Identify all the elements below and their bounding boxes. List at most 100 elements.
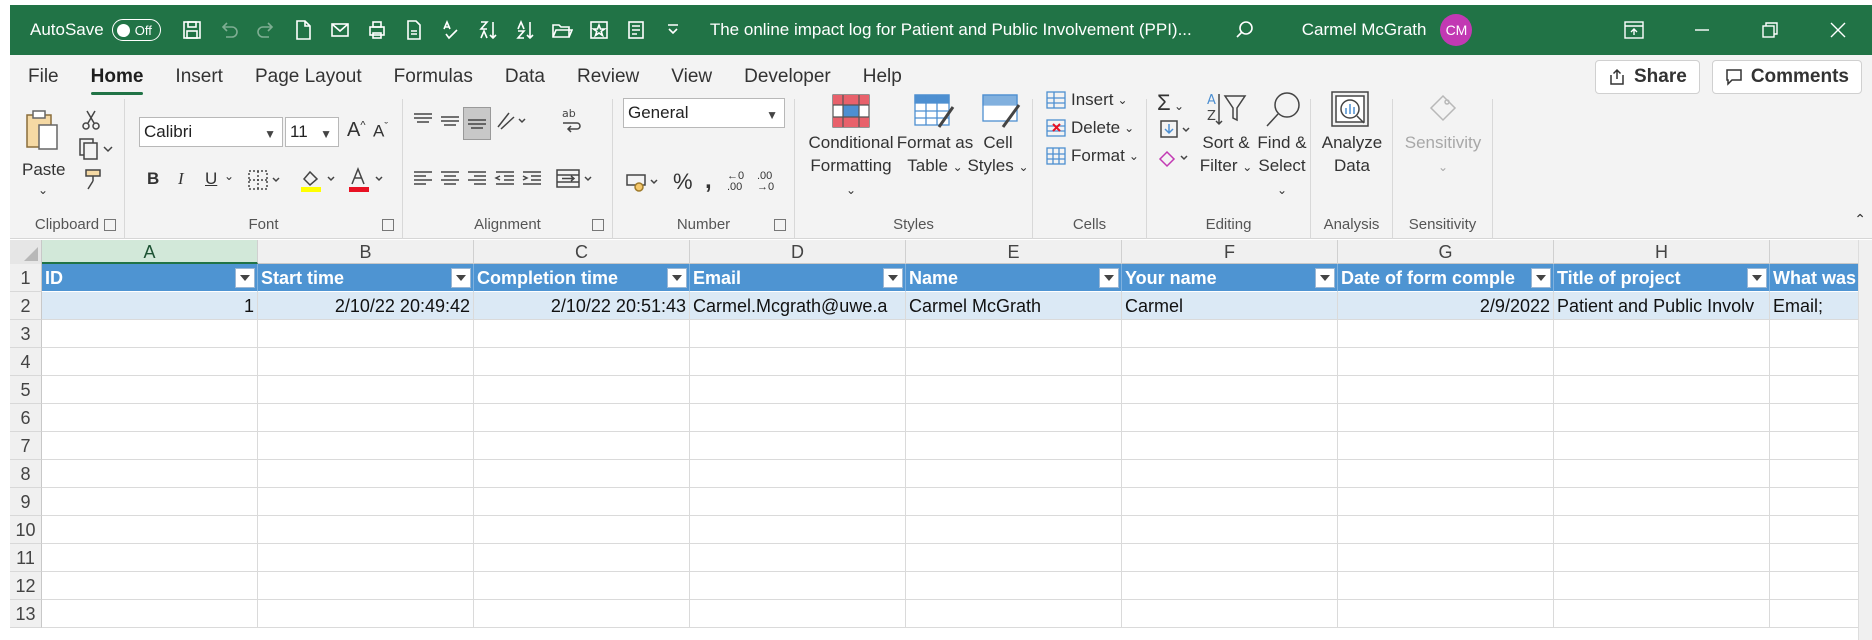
table-cell[interactable] (1770, 348, 1870, 376)
column-header-h[interactable]: H (1554, 240, 1770, 264)
tab-data[interactable]: Data (489, 55, 561, 99)
table-cell[interactable] (474, 600, 690, 628)
table-header-cell[interactable]: Title of project (1554, 264, 1770, 292)
row-header[interactable]: 4 (10, 348, 42, 376)
table-cell[interactable] (1122, 376, 1338, 404)
table-cell[interactable] (1770, 488, 1870, 516)
undo-icon[interactable] (216, 17, 242, 43)
decrease-decimal-icon[interactable]: .00 →0 (757, 171, 774, 193)
email-icon[interactable] (327, 17, 353, 43)
table-cell[interactable] (1554, 460, 1770, 488)
table-cell[interactable] (474, 404, 690, 432)
table-cell[interactable] (690, 404, 906, 432)
align-center-icon[interactable] (438, 167, 462, 196)
tab-view[interactable]: View (655, 55, 728, 99)
table-cell[interactable] (1554, 320, 1770, 348)
alignment-launcher-icon[interactable] (592, 219, 604, 231)
table-cell[interactable] (258, 488, 474, 516)
table-cell[interactable] (474, 460, 690, 488)
find-select-button[interactable]: Find & Select ⌄ (1253, 131, 1311, 202)
tab-insert[interactable]: Insert (159, 55, 239, 99)
table-cell[interactable] (1122, 516, 1338, 544)
table-cell[interactable] (474, 572, 690, 600)
table-cell[interactable] (258, 376, 474, 404)
vertical-scrollbar[interactable] (1858, 240, 1872, 640)
table-cell[interactable] (690, 376, 906, 404)
orientation-icon[interactable] (495, 109, 529, 138)
table-cell[interactable] (258, 516, 474, 544)
cell-styles-button[interactable]: Cell Styles ⌄ (965, 131, 1031, 179)
align-left-icon[interactable] (411, 167, 435, 196)
top-align-icon[interactable] (411, 109, 435, 138)
table-cell[interactable] (906, 600, 1122, 628)
quick-print-icon[interactable] (401, 17, 427, 43)
comma-style-button[interactable]: , (705, 167, 712, 195)
row-header[interactable]: 8 (10, 460, 42, 488)
conditional-formatting-button[interactable]: Conditional Formatting ⌄ (803, 131, 899, 202)
table-header-cell[interactable]: Date of form comple (1338, 264, 1554, 292)
table-cell[interactable] (474, 516, 690, 544)
user-name[interactable]: Carmel McGrath (1302, 20, 1427, 40)
filter-dropdown-icon[interactable] (1099, 268, 1119, 288)
table-header-cell[interactable]: What was (1770, 264, 1870, 292)
table-cell[interactable] (42, 488, 258, 516)
table-cell[interactable] (258, 600, 474, 628)
table-header-cell[interactable]: Name (906, 264, 1122, 292)
table-cell[interactable] (42, 348, 258, 376)
conditional-formatting-icon[interactable] (831, 93, 871, 134)
spelling-icon[interactable] (438, 17, 464, 43)
table-cell[interactable] (1338, 516, 1554, 544)
font-name-combo[interactable]: Calibri ▼ (139, 117, 283, 147)
table-cell[interactable] (1122, 432, 1338, 460)
table-cell[interactable] (1338, 320, 1554, 348)
align-right-icon[interactable] (465, 167, 489, 196)
table-cell[interactable] (1338, 488, 1554, 516)
table-cell[interactable] (1338, 460, 1554, 488)
font-size-combo[interactable]: 11 ▼ (285, 117, 339, 147)
table-cell[interactable] (906, 572, 1122, 600)
table-cell[interactable]: 1 (42, 292, 258, 320)
column-header-d[interactable]: D (690, 240, 906, 264)
table-cell[interactable] (42, 404, 258, 432)
delete-cells-button[interactable]: Delete ⌄ (1045, 118, 1134, 138)
clipboard-launcher-icon[interactable] (104, 219, 116, 231)
table-cell[interactable] (1122, 572, 1338, 600)
print-preview-icon[interactable] (364, 17, 390, 43)
italic-button[interactable]: I (178, 169, 184, 189)
copy-icon[interactable] (78, 137, 114, 166)
tab-formulas[interactable]: Formulas (378, 55, 489, 99)
table-cell[interactable]: Carmel McGrath (906, 292, 1122, 320)
table-cell[interactable]: Carmel (1122, 292, 1338, 320)
table-cell[interactable] (1122, 600, 1338, 628)
paste-icon[interactable] (24, 109, 60, 158)
table-cell[interactable] (1554, 544, 1770, 572)
table-cell[interactable] (906, 404, 1122, 432)
autosave-toggle[interactable]: Off (111, 19, 161, 41)
table-cell[interactable] (1770, 320, 1870, 348)
format-as-table-button[interactable]: Format as Table ⌄ (895, 131, 975, 179)
table-cell[interactable] (258, 404, 474, 432)
table-cell[interactable] (258, 460, 474, 488)
fill-color-icon[interactable] (299, 167, 339, 198)
customize-qat-icon[interactable] (660, 17, 686, 43)
table-cell[interactable] (474, 488, 690, 516)
fill-icon[interactable] (1159, 119, 1195, 146)
row-header[interactable]: 12 (10, 572, 42, 600)
clear-icon[interactable] (1157, 147, 1193, 174)
table-cell[interactable] (1554, 348, 1770, 376)
row-header[interactable]: 11 (10, 544, 42, 572)
tab-page-layout[interactable]: Page Layout (239, 55, 378, 99)
table-cell[interactable] (1338, 376, 1554, 404)
row-header[interactable]: 6 (10, 404, 42, 432)
table-header-cell[interactable]: ID (42, 264, 258, 292)
table-cell[interactable] (42, 432, 258, 460)
worksheet-grid[interactable]: A B C D E F G H 1 2 3 4 5 6 7 8 9 10 11 … (10, 240, 1872, 640)
format-painter-icon[interactable] (80, 167, 104, 196)
table-cell[interactable]: 2/10/22 20:49:42 (258, 292, 474, 320)
table-cell[interactable] (1554, 516, 1770, 544)
table-cell[interactable] (474, 320, 690, 348)
table-cell[interactable] (474, 432, 690, 460)
increase-indent-icon[interactable] (520, 167, 544, 196)
table-cell[interactable] (258, 348, 474, 376)
paste-label[interactable]: Paste (22, 160, 65, 180)
